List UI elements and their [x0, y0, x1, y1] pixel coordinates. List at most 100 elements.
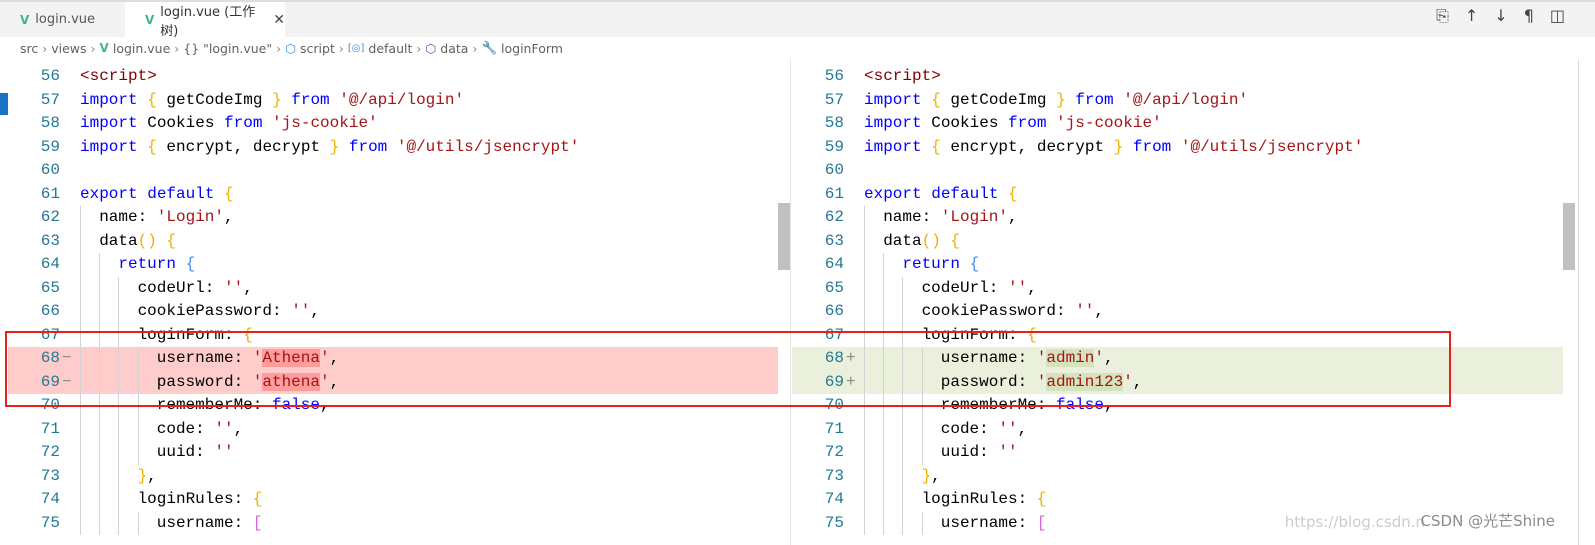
- indent-guide: [137, 511, 157, 535]
- open-changes-icon[interactable]: ⎘: [1436, 6, 1449, 26]
- arrow-down-icon[interactable]: ↓: [1494, 6, 1507, 26]
- indent-guide: [99, 464, 118, 488]
- code-text: import { encrypt, decrypt } from '@/util…: [80, 136, 579, 160]
- indent-guide: [864, 417, 883, 441]
- line-number: 59: [40, 137, 60, 156]
- code-line[interactable]: 56 <script>: [8, 65, 778, 89]
- line-number: 71: [824, 419, 844, 438]
- code-token: loginRules:: [921, 490, 1037, 508]
- code-token: getCodeImg: [950, 90, 1057, 109]
- code-token: import: [80, 90, 148, 109]
- variable-icon: [◎]: [347, 42, 365, 54]
- code-line[interactable]: 72 uuid: '': [8, 441, 778, 465]
- indent-guide: [118, 300, 137, 324]
- code-line[interactable]: 58 import Cookies from 'js-cookie': [8, 112, 778, 136]
- code-line[interactable]: 65 codeUrl: '',: [8, 276, 778, 300]
- arrow-up-icon[interactable]: ↑: [1465, 6, 1478, 26]
- code-line[interactable]: 57 import { getCodeImg } from '@/api/logi…: [8, 89, 778, 113]
- code-line[interactable]: 61 export default {: [8, 183, 778, 207]
- tab-login-vue-worktree[interactable]: Vlogin.vue (工作树) ✕: [125, 2, 285, 39]
- code-token: () {: [137, 231, 176, 250]
- code-line[interactable]: 71 code: '',: [792, 417, 1563, 441]
- code-line[interactable]: 60: [8, 159, 778, 183]
- crumb-file[interactable]: login.vue: [113, 41, 170, 56]
- code-token: [: [1036, 513, 1047, 532]
- code-line[interactable]: 66 cookiePassword: '',: [792, 300, 1563, 324]
- crumb-loginform[interactable]: loginForm: [501, 41, 563, 56]
- code-line[interactable]: 65 codeUrl: '',: [792, 276, 1563, 300]
- line-number: 58: [40, 114, 60, 132]
- indent-guide: [80, 229, 99, 253]
- code-line[interactable]: 56 <script>: [792, 65, 1563, 89]
- code-token: '': [998, 443, 1018, 461]
- code-token: [: [252, 513, 263, 532]
- code-line[interactable]: 62 name: 'Login',: [792, 206, 1563, 230]
- code-token: ,: [224, 208, 234, 226]
- pilcrow-icon[interactable]: ¶: [1524, 6, 1534, 26]
- left-scrollbar[interactable]: [778, 203, 790, 270]
- code-line[interactable]: 73},: [8, 464, 778, 488]
- code-line[interactable]: 66 cookiePassword: '',: [8, 300, 778, 324]
- code-text: loginRules: {: [864, 488, 1046, 512]
- code-line[interactable]: 73},: [792, 464, 1563, 488]
- tab-login-vue[interactable]: Vlogin.vue: [0, 2, 125, 37]
- right-scrollbar[interactable]: [1563, 203, 1575, 270]
- code-line[interactable]: 58 import Cookies from 'js-cookie': [792, 112, 1563, 136]
- diff-original-pane[interactable]: 56 <script> 57 import { getCodeImg } from '…: [8, 59, 778, 545]
- code-line[interactable]: 63 data() {: [8, 229, 778, 253]
- line-number: 57: [40, 90, 60, 109]
- code-token: '': [223, 278, 244, 297]
- code-token: '': [291, 302, 311, 320]
- code-line[interactable]: 75 username: [: [8, 511, 778, 535]
- indent-guide: [902, 276, 921, 300]
- indent-guide: [118, 488, 137, 512]
- indent-guide: [902, 488, 921, 512]
- code-line[interactable]: 72 uuid: '': [792, 441, 1563, 465]
- code-line[interactable]: 57 import { getCodeImg } from '@/api/logi…: [792, 89, 1563, 113]
- code-text: code: '',: [864, 417, 1027, 441]
- code-line[interactable]: 74 loginRules: {: [792, 488, 1563, 512]
- code-line[interactable]: 59 import { encrypt, decrypt } from '@/ut…: [792, 136, 1563, 160]
- code-line[interactable]: 60: [792, 159, 1563, 183]
- code-token: '': [1075, 302, 1095, 320]
- code-token: 'js-cookie': [1056, 114, 1162, 132]
- code-line[interactable]: 62 name: 'Login',: [8, 206, 778, 230]
- crumb-module[interactable]: {} "login.vue": [183, 41, 272, 56]
- tab-label: login.vue: [35, 12, 96, 27]
- crumb-default[interactable]: default: [368, 41, 412, 56]
- indent-guide: [80, 417, 99, 441]
- line-number: 74: [824, 490, 844, 508]
- indent-guide: [137, 417, 157, 441]
- code-line[interactable]: 71 code: '',: [8, 417, 778, 441]
- code-token: export: [864, 184, 932, 203]
- indent-guide: [118, 276, 137, 300]
- code-text: <script>: [80, 65, 157, 89]
- line-number: 60: [40, 161, 60, 179]
- code-line[interactable]: 64 return {: [792, 253, 1563, 277]
- close-icon[interactable]: ✕: [273, 12, 285, 28]
- indent-guide: [80, 441, 99, 465]
- indent-guide: [137, 441, 157, 465]
- code-line[interactable]: 61 export default {: [792, 183, 1563, 207]
- indent-guide: [118, 464, 137, 488]
- line-number: 57: [824, 90, 844, 109]
- code-token: import: [864, 137, 932, 156]
- code-token: import: [864, 90, 932, 109]
- code-line[interactable]: 64 return {: [8, 253, 778, 277]
- crumb-src[interactable]: src: [20, 41, 38, 56]
- code-line[interactable]: 63 data() {: [792, 229, 1563, 253]
- code-token: {: [931, 90, 951, 109]
- vue-icon: V: [99, 41, 109, 55]
- code-line[interactable]: 74 loginRules: {: [8, 488, 778, 512]
- pane-divider[interactable]: [790, 59, 791, 545]
- code-token: return: [902, 255, 970, 273]
- diff-modified-pane[interactable]: 56 <script> 57 import { getCodeImg } from '…: [792, 59, 1563, 545]
- crumb-script[interactable]: script: [300, 41, 335, 56]
- crumb-data[interactable]: data: [440, 41, 468, 56]
- crumb-views[interactable]: views: [51, 41, 86, 56]
- vue-icon: V: [145, 12, 155, 27]
- code-line[interactable]: 59 import { encrypt, decrypt } from '@/ut…: [8, 136, 778, 160]
- code-token: '': [1007, 278, 1028, 297]
- split-editor-icon[interactable]: ◫: [1550, 6, 1565, 26]
- code-token: import: [864, 114, 932, 132]
